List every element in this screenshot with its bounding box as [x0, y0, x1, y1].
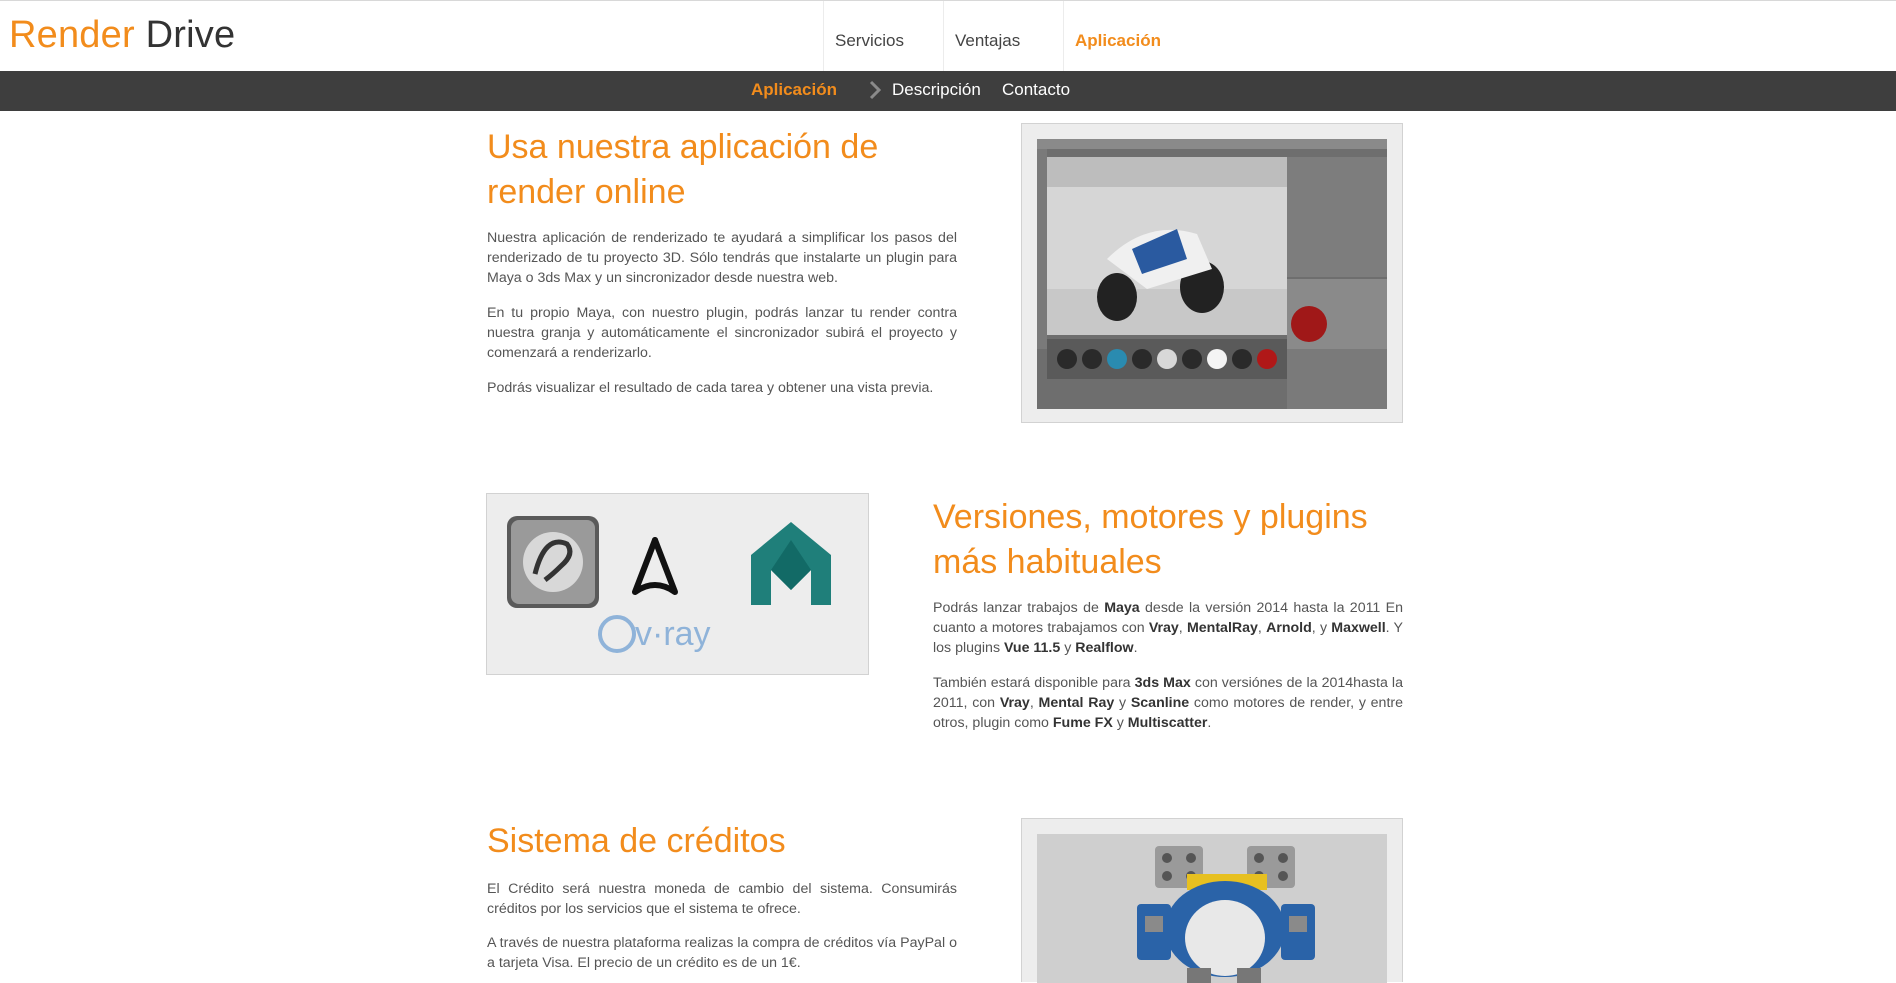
section2-title: Versiones, motores y plugins más habitua… — [933, 495, 1433, 585]
section1-paragraph1: Nuestra aplicación de renderizado te ayu… — [487, 230, 957, 286]
arnold-logo-icon — [632, 537, 678, 595]
section1-paragraph2: En tu propio Maya, con nuestro plugin, p… — [487, 305, 957, 361]
section1-title-line1: Usa nuestra aplicación de — [487, 128, 879, 166]
subnav-aplicacion[interactable]: Aplicación — [751, 71, 837, 109]
robot-render-image — [1037, 834, 1387, 983]
section1-title-line2: render online — [487, 173, 686, 211]
nav-servicios[interactable]: Servicios — [823, 1, 943, 71]
nav-ventajas[interactable]: Ventajas — [943, 1, 1063, 71]
sub-nav: Aplicación Descripción Contacto — [0, 71, 1896, 111]
section2-title-line1: Versiones, motores y plugins — [933, 498, 1368, 536]
software-logos-frame: v·ray — [486, 493, 869, 675]
subnav-descripcion[interactable]: Descripción — [892, 71, 981, 109]
app-screenshot-frame — [1021, 123, 1403, 423]
section3-title: Sistema de créditos — [487, 822, 786, 860]
brand-logo[interactable]: Render Drive — [9, 14, 235, 57]
subnav-contacto[interactable]: Contacto — [1002, 71, 1070, 109]
brand-part2: Drive — [145, 14, 236, 56]
main-nav: Servicios Ventajas Aplicación — [823, 1, 1183, 71]
maya-logo-icon — [507, 516, 599, 608]
section3-paragraph1: El Crédito será nuestra moneda de cambio… — [487, 881, 957, 917]
brand-part1: Render — [9, 14, 135, 56]
3ds-max-logo-icon — [751, 522, 831, 605]
vray-logo-text: v·ray — [635, 615, 711, 653]
section2-paragraph2: También estará disponible para 3ds Max c… — [933, 675, 1403, 731]
robot-image-frame — [1021, 818, 1403, 983]
chevron-right-icon — [869, 80, 882, 100]
section2-paragraph1: Podrás lanzar trabajos de Maya desde la … — [933, 600, 1404, 656]
section3-paragraph2: A través de nuestra plataforma realizas … — [487, 935, 957, 971]
section2-title-line2: más habituales — [933, 543, 1162, 581]
section1-title: Usa nuestra aplicación de render online — [487, 125, 987, 215]
vray-logo-icon: v·ray — [598, 615, 711, 653]
nav-aplicacion[interactable]: Aplicación — [1063, 1, 1183, 71]
app-screenshot-image — [1037, 139, 1387, 409]
section1-paragraph3: Podrás visualizar el resultado de cada t… — [487, 380, 934, 396]
